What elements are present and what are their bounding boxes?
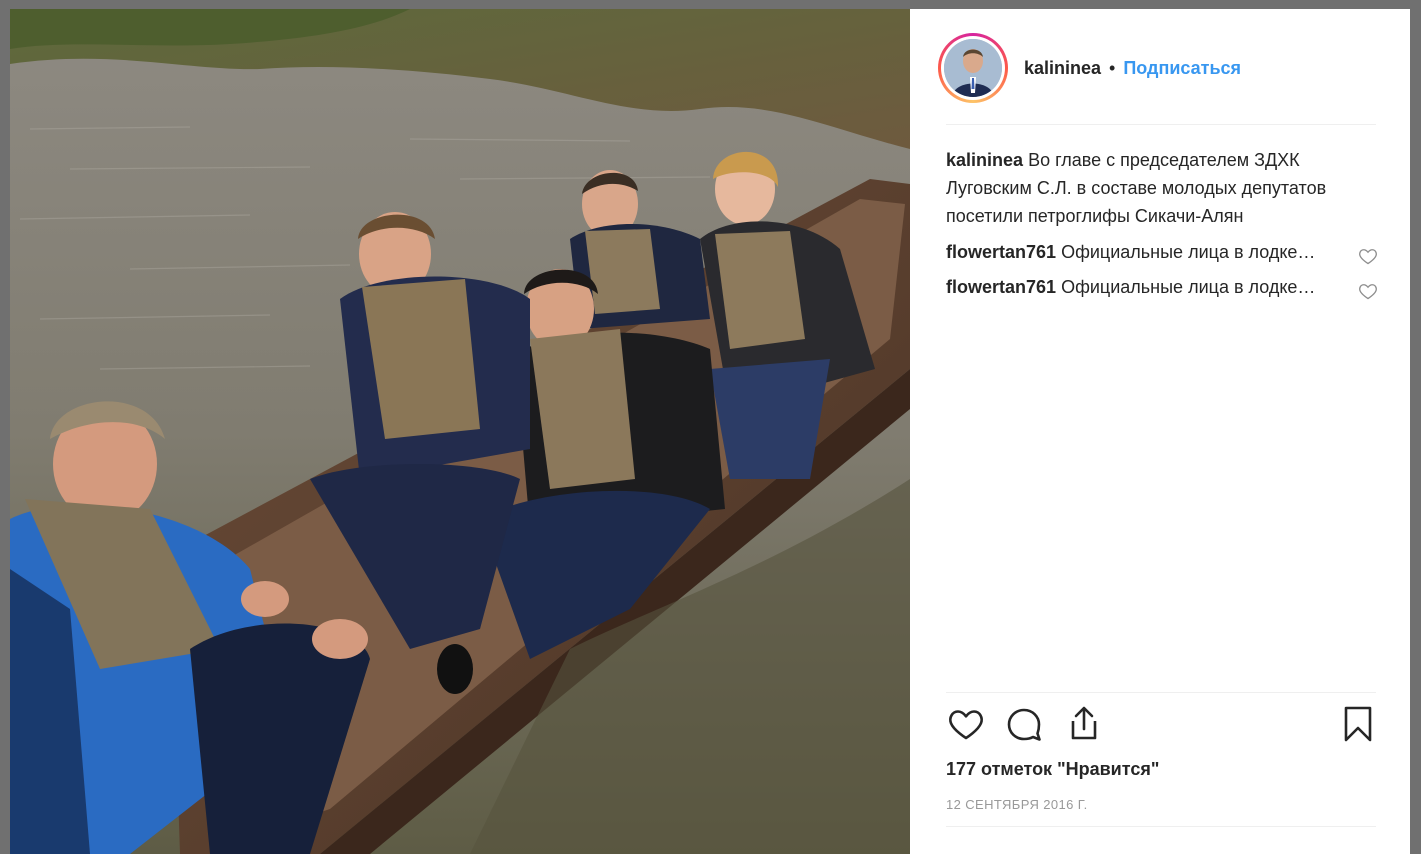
avatar[interactable]: [944, 39, 1002, 97]
post-caption: kalininea Во главе с председателем ЗДХК …: [946, 146, 1376, 230]
post-sidebar: kalininea • Подписаться kalininea Во гла…: [910, 9, 1410, 854]
post-date[interactable]: 12 сентября 2016 г.: [946, 797, 1088, 812]
comment-author[interactable]: flowertan761: [946, 277, 1056, 297]
header-divider: [946, 124, 1376, 125]
post-actions: [946, 704, 1376, 744]
bottom-divider: [946, 826, 1376, 827]
small-heart-icon[interactable]: [1358, 246, 1378, 266]
comment-text: Официальные лица в лодке…: [1061, 277, 1316, 297]
comment-author[interactable]: flowertan761: [946, 242, 1056, 262]
comments-list: kalininea Во главе с председателем ЗДХК …: [946, 146, 1377, 308]
speech-bubble-icon[interactable]: [1004, 704, 1044, 744]
post-header: kalininea • Подписаться: [938, 29, 1376, 107]
photo-illustration: [10, 9, 910, 854]
caption-author[interactable]: kalininea: [946, 150, 1023, 170]
header-separator: •: [1109, 57, 1116, 78]
post-photo[interactable]: [10, 9, 910, 854]
heart-outline-icon[interactable]: [946, 704, 986, 744]
bookmark-icon[interactable]: [1338, 704, 1378, 744]
share-upload-icon[interactable]: [1064, 704, 1104, 744]
follow-button[interactable]: Подписаться: [1123, 58, 1241, 79]
story-ring[interactable]: [938, 33, 1008, 103]
post-modal: kalininea • Подписаться kalininea Во гла…: [10, 9, 1410, 854]
comment-text: Официальные лица в лодке…: [1061, 242, 1316, 262]
post-username[interactable]: kalininea: [1024, 58, 1101, 79]
likes-count[interactable]: 177 отметок "Нравится": [946, 759, 1159, 780]
small-heart-icon[interactable]: [1358, 281, 1378, 301]
comment-item: flowertan761 Официальные лица в лодке…: [946, 238, 1377, 266]
actions-divider: [946, 692, 1376, 693]
comment-item: flowertan761 Официальные лица в лодке…: [946, 273, 1377, 301]
